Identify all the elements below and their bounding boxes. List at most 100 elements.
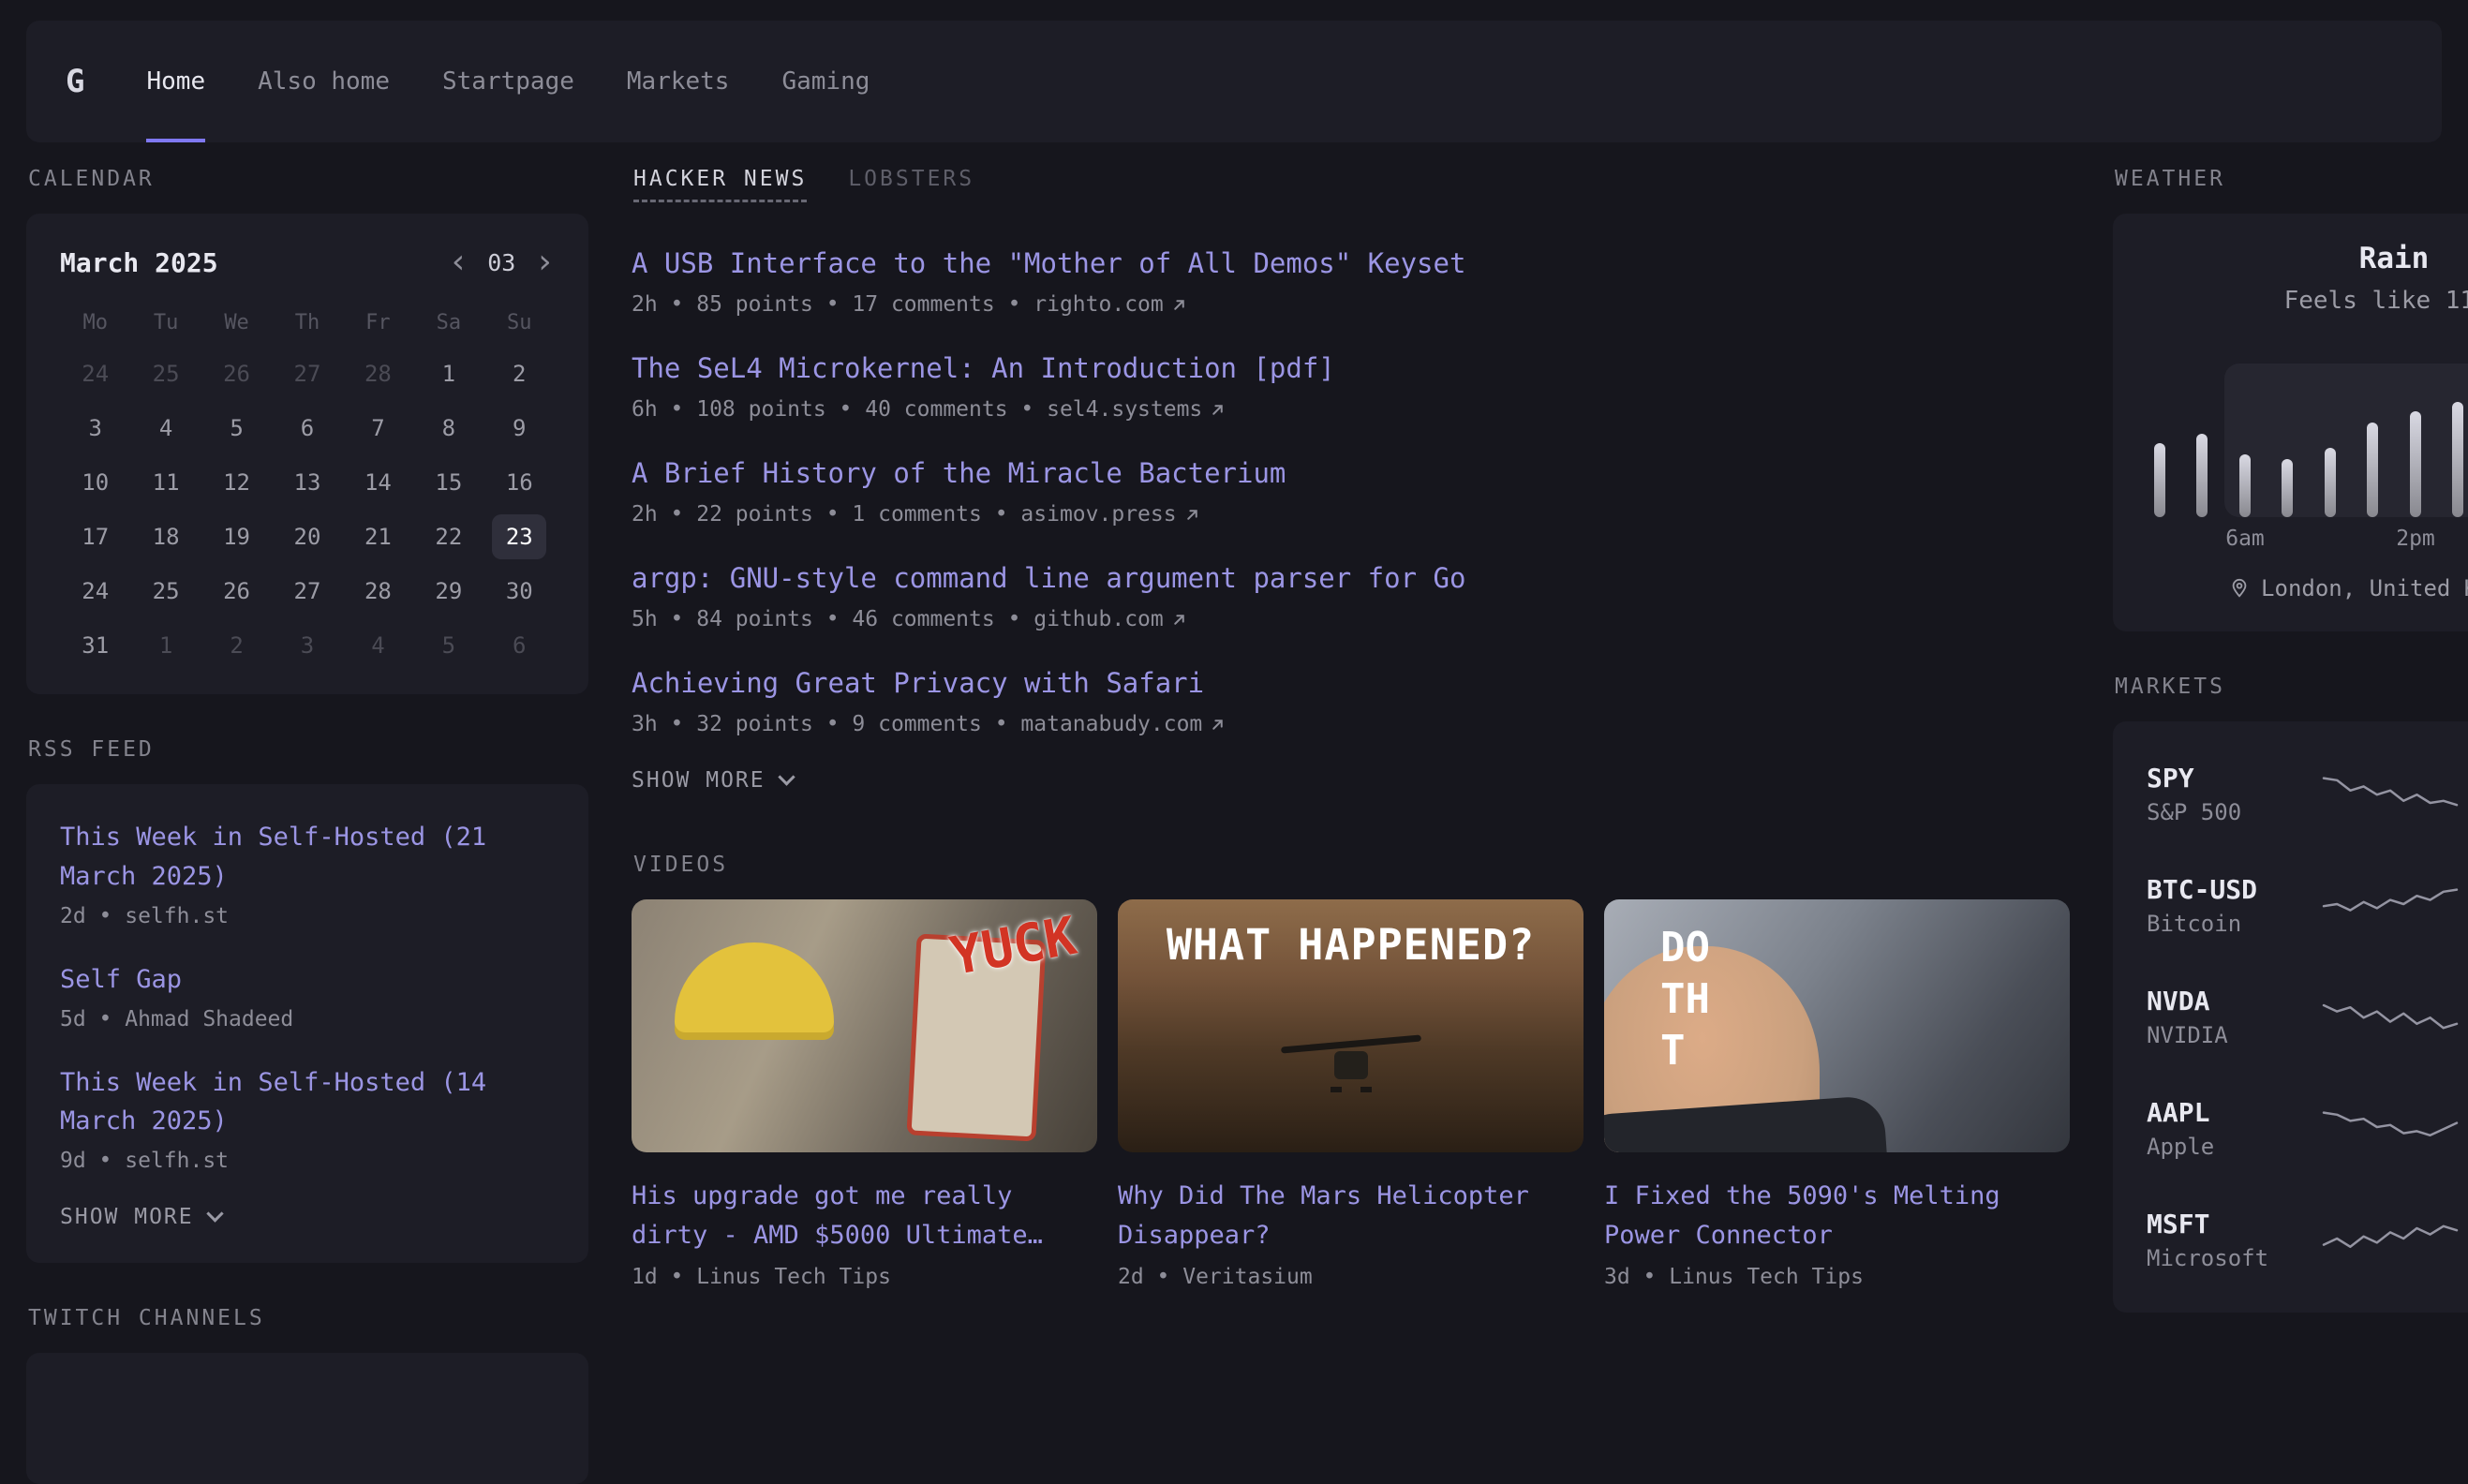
calendar-day: 26	[210, 569, 264, 614]
rss-item-title[interactable]: This Week in Self-Hosted (21 March 2025)	[60, 818, 555, 897]
calendar-prev-button[interactable]: ‹	[449, 245, 469, 279]
calendar-section-title: CALENDAR	[28, 167, 587, 191]
market-row-aapl[interactable]: AAPLApple+1.95%$218.27	[2147, 1073, 2468, 1184]
market-row-spy[interactable]: SPYS&P 500-0.27%$563.98	[2147, 738, 2468, 850]
calendar-day: 11	[139, 460, 193, 505]
news-item: A Brief History of the Miracle Bacterium…	[632, 453, 2070, 527]
thumbnail-overlay-text: YUCK	[946, 906, 1081, 987]
video-meta: 1d • Linus Tech Tips	[632, 1265, 1097, 1289]
nav-tab-also-home[interactable]: Also home	[258, 21, 390, 142]
news-item-title[interactable]: A USB Interface to the "Mother of All De…	[632, 244, 2070, 283]
market-name: Apple	[2147, 1134, 2303, 1160]
news-item-meta: 5h • 84 points • 46 comments • github.co…	[632, 607, 2070, 631]
calendar-month-label: March 2025	[60, 247, 218, 278]
video-thumbnail[interactable]: WHAT HAPPENED?	[1118, 899, 1583, 1152]
market-sparkline	[2320, 989, 2461, 1046]
app-logo[interactable]: G	[66, 63, 84, 100]
calendar-day: 25	[139, 351, 193, 396]
calendar-day: 6	[492, 623, 546, 668]
market-row-nvda[interactable]: NVDANVIDIA-0.70%$117.70	[2147, 961, 2468, 1073]
news-item-domain[interactable]: righto.com	[1033, 292, 1186, 317]
rss-show-more-label: SHOW MORE	[60, 1205, 194, 1229]
nav-tab-startpage[interactable]: Startpage	[442, 21, 574, 142]
calendar-day: 13	[280, 460, 335, 505]
calendar-day: 28	[350, 351, 405, 396]
video-thumbnail[interactable]: DO TH T	[1604, 899, 2070, 1152]
twitch-section-title: TWITCH CHANNELS	[28, 1306, 587, 1330]
calendar-day: 26	[210, 351, 264, 396]
market-ticker: AAPL	[2147, 1097, 2303, 1128]
nav-tab-gaming[interactable]: Gaming	[781, 21, 870, 142]
chevron-down-icon	[206, 1205, 223, 1222]
market-row-msft[interactable]: MSFTMicrosoft+1.14%$391.26	[2147, 1184, 2468, 1296]
market-ticker: SPY	[2147, 763, 2303, 794]
video-card: YUCK His upgrade got me really dirty - AM…	[632, 899, 1097, 1289]
external-link-icon	[1184, 507, 1200, 523]
news-tab-hacker-news[interactable]: HACKER NEWS	[633, 167, 807, 202]
video-title[interactable]: His upgrade got me really dirty - AMD $5…	[632, 1177, 1097, 1255]
calendar-day: 6	[280, 406, 335, 451]
calendar-day: 29	[422, 569, 476, 614]
weather-temp-bar	[2325, 448, 2336, 517]
calendar-day: 24	[68, 569, 123, 614]
video-title[interactable]: I Fixed the 5090's Melting Power Connect…	[1604, 1177, 2070, 1255]
weather-temp-bar	[2154, 443, 2165, 517]
calendar-controls: ‹ 03 ›	[449, 245, 555, 279]
calendar-day: 17	[68, 514, 123, 559]
video-title[interactable]: Why Did The Mars Helicopter Disappear?	[1118, 1177, 1583, 1255]
calendar-next-button[interactable]: ›	[534, 245, 555, 279]
weather-temp-bar	[2410, 411, 2421, 517]
rss-show-more-button[interactable]: SHOW MORE	[60, 1205, 221, 1229]
news-item-domain[interactable]: sel4.systems	[1047, 397, 1226, 422]
calendar-day: 22	[422, 514, 476, 559]
videos-section-title: VIDEOS	[633, 853, 2068, 877]
rss-item-meta: 5d • Ahmad Shadeed	[60, 1007, 555, 1031]
calendar-day: 1	[139, 623, 193, 668]
news-show-more-button[interactable]: SHOW MORE	[632, 768, 793, 793]
news-item-title[interactable]: argp: GNU-style command line argument pa…	[632, 558, 2070, 598]
weather-temp-bar	[2282, 459, 2293, 517]
calendar-weekday: Mo	[60, 311, 130, 334]
calendar-weekday: We	[201, 311, 272, 334]
news-tab-lobsters[interactable]: LOBSTERS	[848, 167, 974, 191]
calendar-day: 3	[68, 406, 123, 451]
right-column: WEATHER Rain Feels like 11°C 12° 6am2pm1…	[2113, 142, 2468, 1313]
external-link-icon	[1210, 717, 1226, 733]
market-sparkline	[2320, 1101, 2461, 1157]
news-item-title[interactable]: A Brief History of the Miracle Bacterium	[632, 453, 2070, 493]
video-card: DO TH T I Fixed the 5090's Melting Power …	[1604, 899, 2070, 1289]
market-row-btc-usd[interactable]: BTC-USDBitcoin+1.39%$84,999.29	[2147, 850, 2468, 961]
news-item-meta: 2h • 85 points • 17 comments • righto.co…	[632, 292, 2070, 317]
news-item-domain[interactable]: github.com	[1033, 607, 1186, 631]
market-labels: SPY S&P 500	[2147, 763, 2303, 825]
thumbnail-overlay-text: DO TH T	[1660, 922, 1710, 1076]
news-list: A USB Interface to the "Mother of All De…	[632, 244, 2070, 736]
nav-tabs: Home Also home Startpage Markets Gaming	[146, 21, 870, 142]
weather-section-title: WEATHER	[2115, 167, 2468, 191]
nav-tab-home[interactable]: Home	[146, 21, 205, 142]
news-item-meta: 6h • 108 points • 40 comments • sel4.sys…	[632, 397, 2070, 422]
calendar-day: 2	[492, 351, 546, 396]
news-source-tabs: HACKER NEWS LOBSTERS	[633, 167, 2068, 202]
video-thumbnail[interactable]: YUCK	[632, 899, 1097, 1152]
calendar-weekday: Su	[484, 311, 555, 334]
news-item-domain[interactable]: matanabudy.com	[1020, 712, 1226, 736]
calendar-day: 27	[280, 351, 335, 396]
market-name: NVIDIA	[2147, 1022, 2303, 1048]
calendar-day: 12	[210, 460, 264, 505]
nav-tab-markets[interactable]: Markets	[627, 21, 730, 142]
news-item-title[interactable]: The SeL4 Microkernel: An Introduction [p…	[632, 349, 2070, 388]
top-navigation-bar: G Home Also home Startpage Markets Gaming	[26, 21, 2442, 142]
rss-item-title[interactable]: This Week in Self-Hosted (14 March 2025)	[60, 1063, 555, 1142]
rss-item-title[interactable]: Self Gap	[60, 960, 555, 1000]
left-column: CALENDAR March 2025 ‹ 03 › MoTuWeThFrSaS…	[26, 142, 588, 1484]
calendar-day: 4	[139, 406, 193, 451]
market-name: S&P 500	[2147, 799, 2303, 825]
calendar-day: 31	[68, 623, 123, 668]
calendar-day: 18	[139, 514, 193, 559]
news-item-domain[interactable]: asimov.press	[1020, 502, 1199, 527]
news-item-title[interactable]: Achieving Great Privacy with Safari	[632, 663, 2070, 703]
weather-time-axis: 6am2pm10pm	[2145, 527, 2468, 553]
news-item: A USB Interface to the "Mother of All De…	[632, 244, 2070, 317]
calendar-day: 28	[350, 569, 405, 614]
